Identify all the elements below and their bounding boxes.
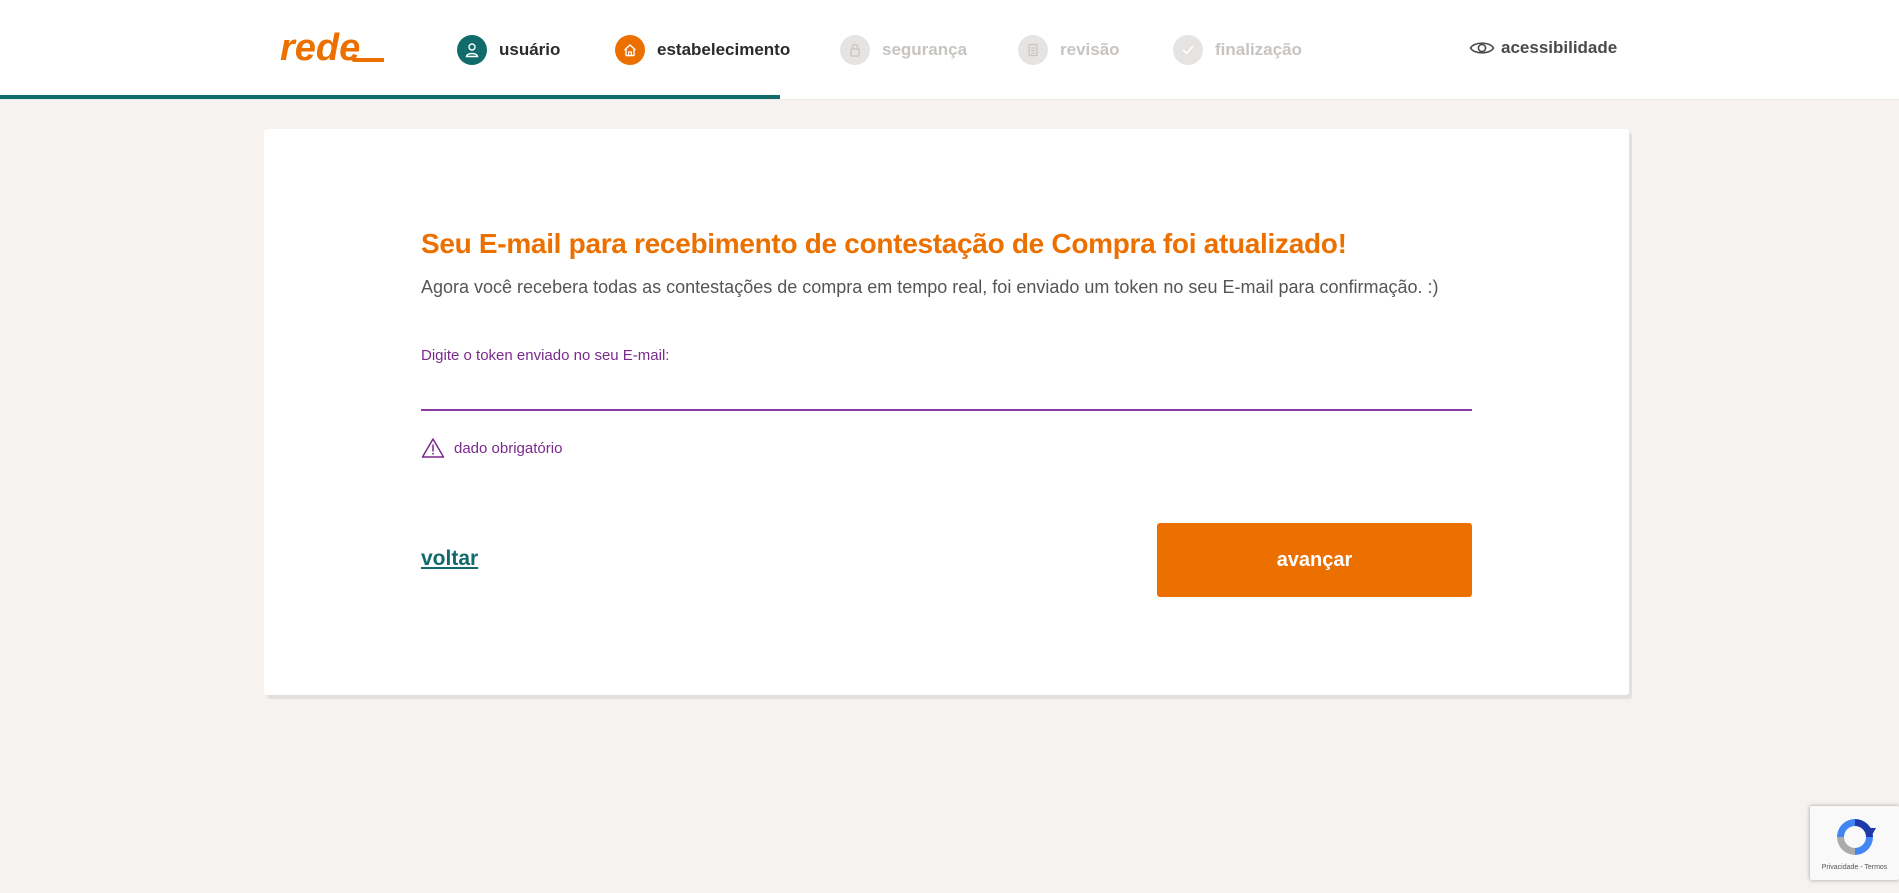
back-link[interactable]: voltar bbox=[421, 547, 478, 571]
step-label-estabelecimento: estabelecimento bbox=[657, 40, 791, 59]
page-subtitle: Agora você recebera todas as contestaçõe… bbox=[421, 277, 1439, 297]
lock-icon bbox=[840, 35, 870, 65]
top-header: rede usuário estabelecimento segurança r… bbox=[0, 0, 1899, 100]
check-icon bbox=[1173, 35, 1203, 65]
token-error: dado obrigatório bbox=[421, 437, 562, 459]
accessibility-button[interactable]: acessibilidade bbox=[1469, 38, 1617, 58]
warning-icon bbox=[421, 438, 445, 458]
page-title: Seu E-mail para recebimento de contestaç… bbox=[421, 228, 1347, 259]
step-label-seguranca: segurança bbox=[882, 40, 968, 59]
token-field-label: Digite o token enviado no seu E-mail: bbox=[421, 347, 670, 364]
token-input[interactable] bbox=[421, 377, 1472, 411]
home-icon bbox=[615, 35, 645, 65]
step-seguranca: segurança bbox=[840, 34, 967, 66]
step-progress-fill bbox=[0, 95, 781, 99]
user-icon bbox=[457, 35, 487, 65]
error-text: dado obrigatório bbox=[454, 439, 563, 457]
recaptcha-links[interactable]: Privacidade - Termos bbox=[1810, 864, 1899, 871]
recaptcha-badge[interactable]: Privacidade - Termos bbox=[1810, 806, 1899, 880]
logo-text: rede bbox=[280, 30, 360, 69]
document-icon bbox=[1018, 35, 1048, 65]
rede-logo[interactable]: rede bbox=[280, 30, 384, 70]
step-finalizacao: finalização bbox=[1173, 34, 1302, 66]
step-label-usuario: usuário bbox=[499, 40, 561, 59]
step-progress-bar bbox=[0, 95, 1899, 99]
next-button[interactable]: avançar bbox=[1157, 523, 1472, 597]
eye-icon bbox=[1469, 42, 1495, 54]
step-estabelecimento: estabelecimento bbox=[615, 34, 790, 66]
step-label-revisao: revisão bbox=[1060, 40, 1120, 59]
step-revisao: revisão bbox=[1018, 34, 1120, 66]
accessibility-label: acessibilidade bbox=[1501, 38, 1618, 57]
main-card: Seu E-mail para recebimento de contestaç… bbox=[264, 129, 1629, 695]
step-usuario: usuário bbox=[457, 34, 560, 66]
step-label-finalizacao: finalização bbox=[1215, 40, 1302, 59]
recaptcha-icon bbox=[1837, 819, 1876, 855]
